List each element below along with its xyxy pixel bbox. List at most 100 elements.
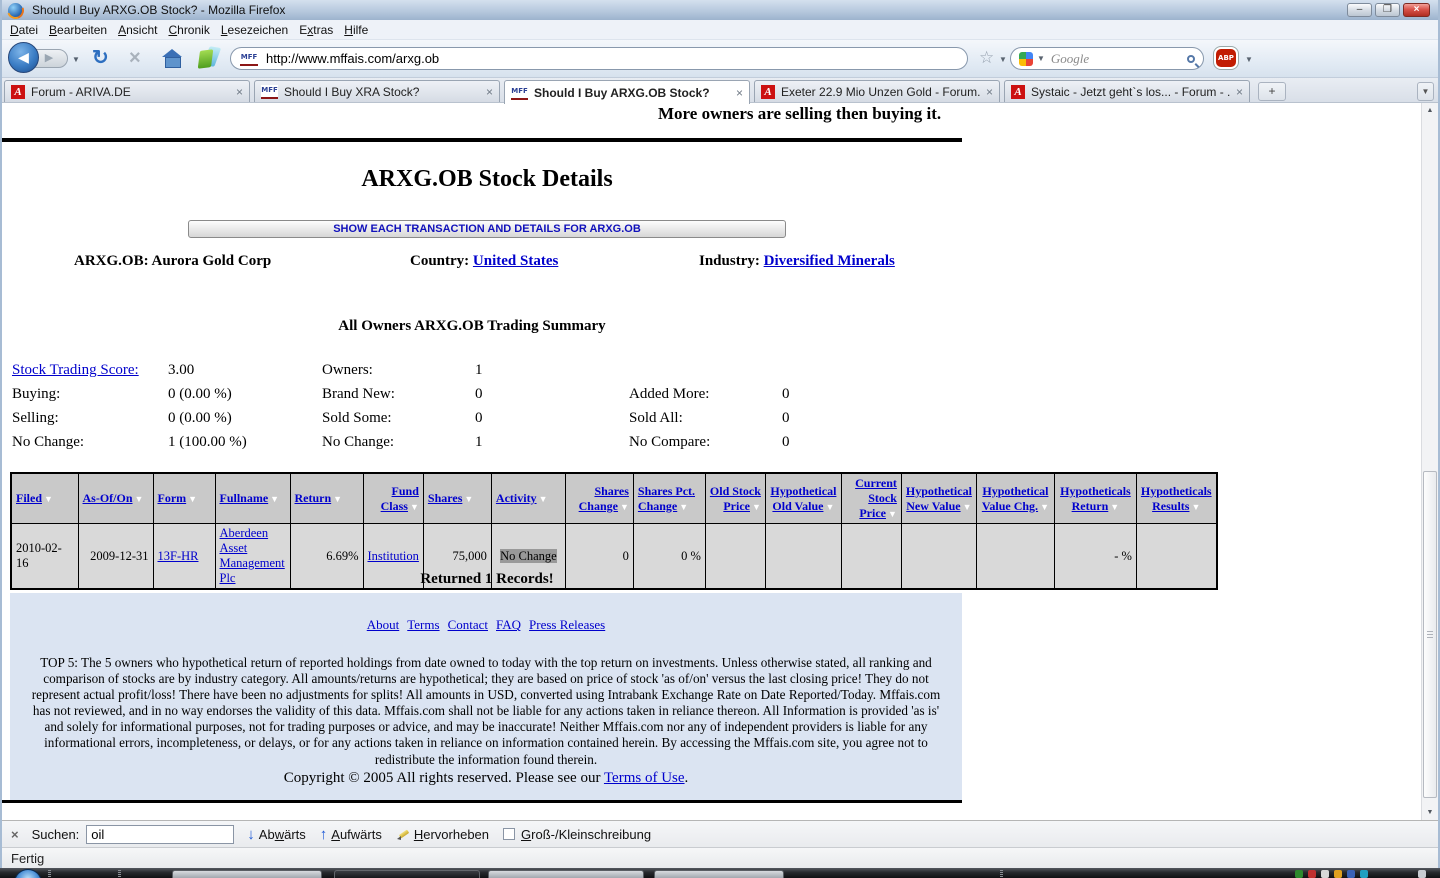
menu-datei[interactable]: Datei: [8, 21, 47, 39]
country-link[interactable]: United States: [473, 253, 558, 269]
addon-icon[interactable]: [198, 47, 222, 71]
new-tab-button[interactable]: +: [1258, 82, 1286, 101]
stop-icon[interactable]: ×: [129, 47, 141, 69]
menu-bearbeiten[interactable]: Bearbeiten: [47, 21, 116, 39]
tab-close-icon[interactable]: ×: [736, 86, 743, 100]
stock-trading-score-link[interactable]: Stock Trading Score:: [12, 362, 139, 378]
home-icon[interactable]: [162, 51, 182, 66]
find-next-icon[interactable]: ↓: [247, 826, 255, 843]
highlighter-icon[interactable]: [396, 827, 410, 841]
tab-should-i-buy-xra-stock[interactable]: MFFShould I Buy XRA Stock?×: [254, 80, 500, 102]
vertical-scrollbar[interactable]: ▲ ▼: [1421, 103, 1438, 820]
tab-overflow-icon[interactable]: ▼: [1417, 82, 1434, 101]
tray-icon[interactable]: [1321, 870, 1329, 878]
column-header-shares-change[interactable]: Shares Change▼: [565, 473, 633, 524]
footer-link-about[interactable]: About: [367, 617, 400, 632]
tab-close-icon[interactable]: ×: [1236, 85, 1243, 99]
footer-link-press-releases[interactable]: Press Releases: [529, 617, 605, 632]
column-header-shares[interactable]: Shares▼: [423, 473, 491, 524]
column-header-hypothetical-old-value[interactable]: Hypothetical Old Value▼: [765, 473, 841, 524]
column-header-link[interactable]: Return: [295, 491, 332, 505]
column-header-link[interactable]: Hypothetical Value Chg.: [982, 484, 1049, 513]
taskbar-button[interactable]: [488, 870, 644, 878]
tray-grip[interactable]: [1000, 870, 1003, 877]
menu-hilfe[interactable]: Hilfe: [342, 21, 377, 39]
tray-icon[interactable]: [1334, 870, 1342, 878]
scroll-down-icon[interactable]: ▼: [1422, 805, 1438, 820]
menu-extras[interactable]: Extras: [297, 21, 342, 39]
scrollbar-thumb[interactable]: [1423, 471, 1437, 798]
column-header-link[interactable]: Shares: [428, 491, 462, 505]
column-header-filed[interactable]: Filed▼: [11, 473, 78, 524]
taskbar-button[interactable]: [172, 870, 322, 878]
column-header-link[interactable]: Filed: [16, 491, 42, 505]
search-engine-dropdown-icon[interactable]: ▼: [1037, 54, 1045, 63]
findbar-close-icon[interactable]: ×: [11, 827, 19, 842]
scroll-up-icon[interactable]: ▲: [1422, 103, 1438, 118]
tab-exeter-22-9-mio-unzen-gold-forum[interactable]: AExeter 22.9 Mio Unzen Gold - Forum...×: [754, 80, 1000, 102]
match-case-label[interactable]: Groß-/Kleinschreibung: [521, 827, 651, 842]
column-header-link[interactable]: As-Of/On: [83, 491, 133, 505]
find-input[interactable]: [86, 825, 234, 844]
tab-close-icon[interactable]: ×: [486, 85, 493, 99]
column-header-return[interactable]: Return▼: [290, 473, 363, 524]
taskbar-button[interactable]: [654, 870, 784, 878]
taskbar-button-active[interactable]: [334, 870, 480, 878]
tab-forum-ariva-de[interactable]: AForum - ARIVA.DE×: [4, 80, 250, 102]
column-header-hypothetical-new-value[interactable]: Hypothetical New Value▼: [901, 473, 976, 524]
column-header-fund-class[interactable]: Fund Class▼: [363, 473, 423, 524]
back-forward-dropdown-icon[interactable]: ▼: [72, 55, 80, 64]
url-bar[interactable]: MFF http://www.mffais.com/arxg.ob: [230, 47, 968, 70]
minimize-button[interactable]: –: [1347, 3, 1372, 17]
cell-link[interactable]: Institution: [368, 549, 419, 563]
restore-button[interactable]: ❐: [1375, 3, 1400, 17]
match-case-checkbox[interactable]: [503, 828, 515, 840]
search-input[interactable]: [1049, 50, 1183, 68]
bookmark-dropdown-icon[interactable]: ▼: [999, 55, 1007, 64]
column-header-hypothetical-value-chg[interactable]: Hypothetical Value Chg.▼: [976, 473, 1054, 524]
footer-link-faq[interactable]: FAQ: [496, 617, 521, 632]
bookmark-star-icon[interactable]: ☆: [979, 49, 994, 66]
tray-icon[interactable]: [1360, 870, 1368, 878]
terms-of-use-link[interactable]: Terms of Use: [604, 770, 685, 786]
start-orb[interactable]: [14, 869, 42, 878]
highlight-all-button[interactable]: Hervorheben: [414, 827, 489, 842]
reload-icon[interactable]: ↻: [92, 47, 109, 69]
quicklaunch-grip[interactable]: [118, 870, 121, 877]
tab-close-icon[interactable]: ×: [236, 85, 243, 99]
tray-icon[interactable]: [1295, 870, 1303, 878]
menu-chronik[interactable]: Chronik: [166, 21, 218, 39]
column-header-link[interactable]: Hypotheticals Results: [1141, 484, 1212, 513]
column-header-activity[interactable]: Activity▼: [491, 473, 565, 524]
column-header-as-of-on[interactable]: As-Of/On▼: [78, 473, 153, 524]
column-header-hypotheticals-results[interactable]: Hypotheticals Results▼: [1136, 473, 1216, 524]
industry-link[interactable]: Diversified Minerals: [764, 253, 895, 269]
close-button[interactable]: ×: [1403, 3, 1430, 17]
search-box[interactable]: ▼: [1010, 47, 1204, 70]
column-header-fullname[interactable]: Fullname▼: [215, 473, 290, 524]
tray-icon[interactable]: [1308, 870, 1316, 878]
tab-systaic-jetzt-geht-s-los-forum[interactable]: ASystaic - Jetzt geht`s los... - Forum -…: [1004, 80, 1250, 102]
tab-close-icon[interactable]: ×: [986, 85, 993, 99]
footer-link-contact[interactable]: Contact: [448, 617, 488, 632]
cell-link[interactable]: 13F-HR: [158, 549, 199, 563]
column-header-link[interactable]: Fullname: [220, 491, 269, 505]
adblock-plus-icon[interactable]: ABP: [1214, 47, 1238, 69]
url-text[interactable]: http://www.mffais.com/arxg.ob: [266, 51, 439, 66]
column-header-old-stock-price[interactable]: Old Stock Price▼: [705, 473, 765, 524]
find-previous-button[interactable]: Aufwärts: [331, 827, 382, 842]
menu-ansicht[interactable]: Ansicht: [116, 21, 166, 39]
column-header-form[interactable]: Form▼: [153, 473, 215, 524]
tray-icon[interactable]: [1418, 870, 1426, 878]
footer-link-terms[interactable]: Terms: [407, 617, 439, 632]
tab-should-i-buy-arxg-ob-stock[interactable]: MFFShould I Buy ARXG.OB Stock?×: [504, 80, 750, 104]
back-icon[interactable]: ◀: [8, 42, 39, 73]
column-header-link[interactable]: Activity: [496, 491, 537, 505]
tray-icon[interactable]: [1347, 870, 1355, 878]
find-previous-icon[interactable]: ↑: [320, 826, 328, 843]
show-transactions-button[interactable]: SHOW EACH TRANSACTION AND DETAILS FOR AR…: [188, 220, 786, 238]
column-header-link[interactable]: Hypotheticals Return: [1060, 484, 1131, 513]
magnifier-icon[interactable]: [1187, 55, 1195, 63]
menu-lesezeichen[interactable]: Lesezeichen: [219, 21, 297, 39]
abp-dropdown-icon[interactable]: ▼: [1245, 55, 1253, 64]
